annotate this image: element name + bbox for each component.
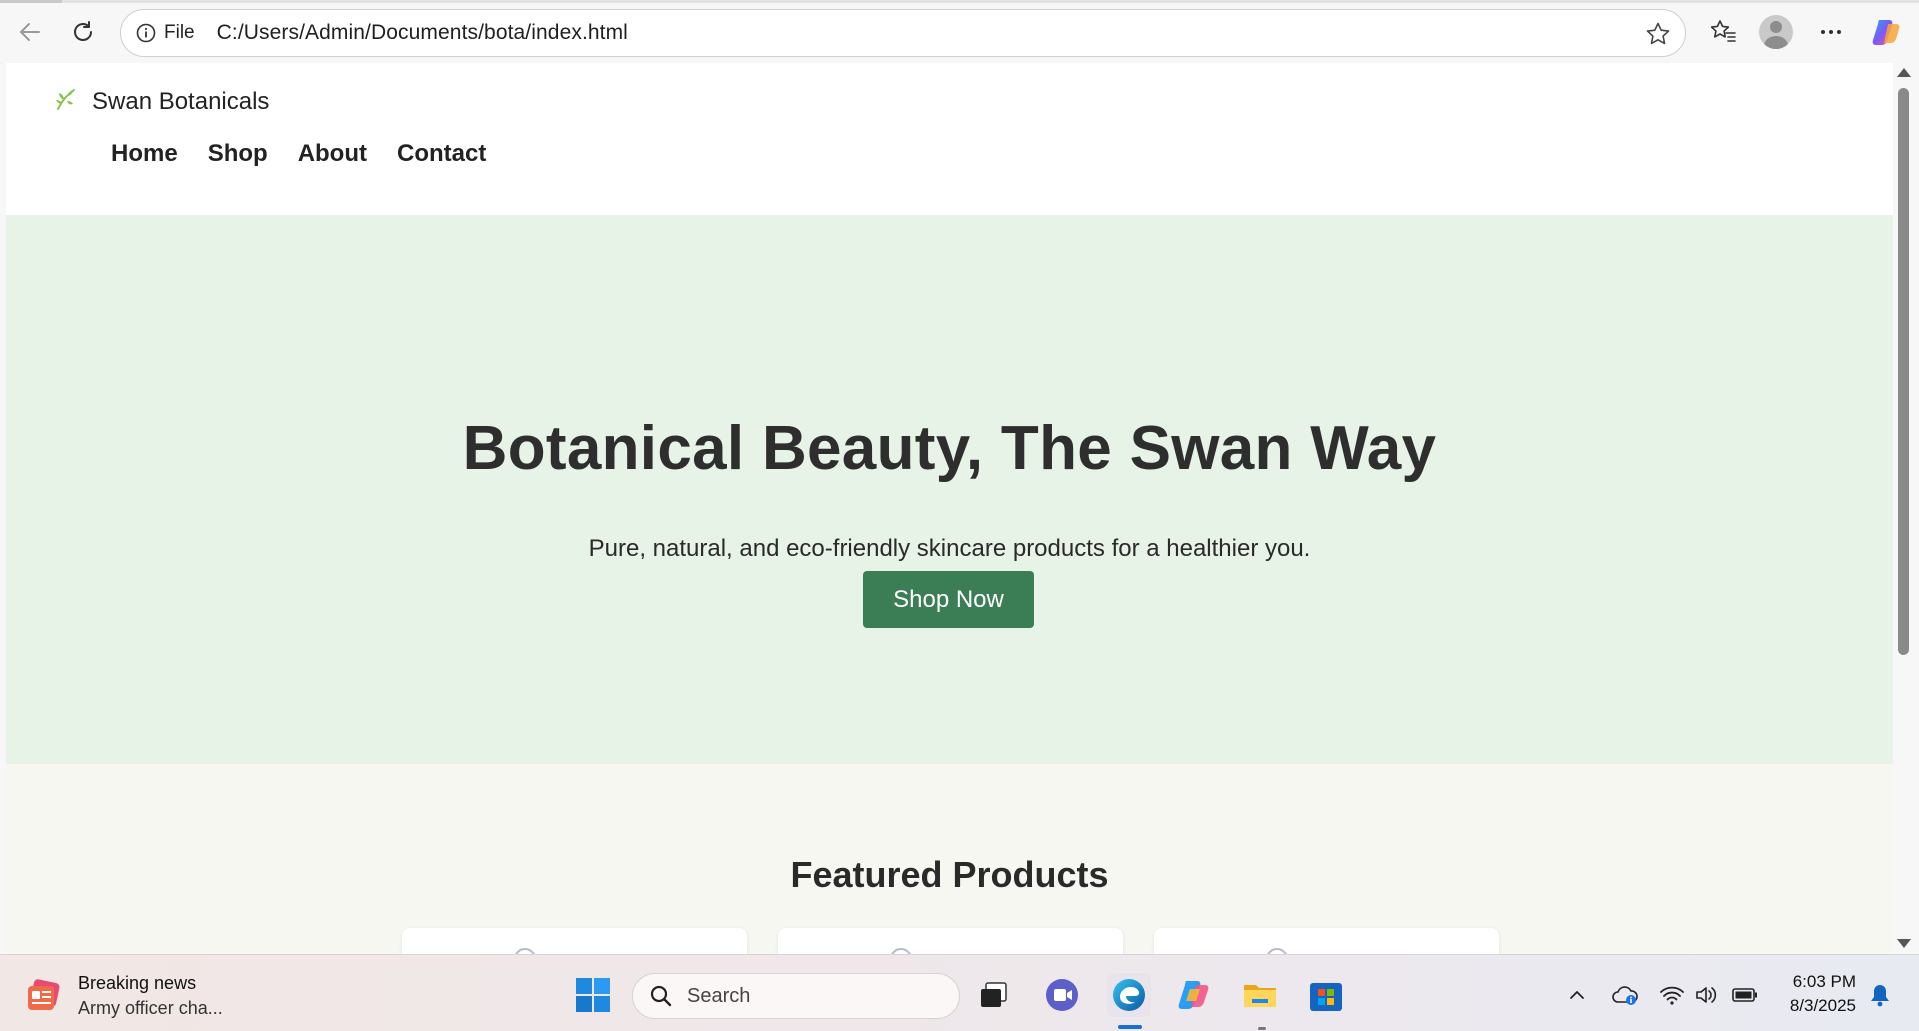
product-card[interactable] xyxy=(1154,928,1499,954)
tab-strip-edge xyxy=(0,0,1919,3)
running-app-indicator xyxy=(1258,1027,1266,1030)
nav-link-about[interactable]: About xyxy=(298,140,367,168)
cloud-icon xyxy=(1612,986,1638,1005)
shop-now-button[interactable]: Shop Now xyxy=(863,571,1034,628)
hero-subtitle: Pure, natural, and eco-friendly skincare… xyxy=(588,535,1311,562)
site-nav: Home Shop About Contact xyxy=(111,140,516,168)
active-app-indicator xyxy=(1118,1025,1142,1029)
more-menu-button[interactable] xyxy=(1811,14,1851,50)
favorites-button[interactable] xyxy=(1703,14,1743,50)
teams-meet-button[interactable] xyxy=(1040,973,1084,1017)
site-header: Swan Botanicals Home Shop About Contact xyxy=(6,63,1893,215)
clock-date: 8/3/2025 xyxy=(1789,996,1856,1015)
address-url-text[interactable]: C:/Users/Admin/Documents/bota/index.html xyxy=(217,21,628,45)
back-arrow-icon xyxy=(20,23,40,41)
notifications-button[interactable] xyxy=(1865,973,1895,1017)
scrollbar-thumb[interactable] xyxy=(1898,88,1909,655)
windows-taskbar: Breaking news Army officer cha... Search xyxy=(0,954,1919,1031)
scroll-up-arrow-icon[interactable] xyxy=(1897,68,1911,77)
chevron-up-icon xyxy=(1570,991,1584,999)
taskbar-search[interactable]: Search xyxy=(632,973,960,1019)
profile-button[interactable] xyxy=(1756,14,1796,50)
refresh-button[interactable] xyxy=(65,14,101,50)
show-hidden-icons-button[interactable] xyxy=(1565,973,1589,1017)
featured-products-section: Featured Products xyxy=(6,764,1893,954)
search-label: Search xyxy=(687,984,751,1007)
windows-logo-icon xyxy=(576,978,610,1012)
onedrive-button[interactable] xyxy=(1610,973,1640,1017)
scroll-down-arrow-icon[interactable] xyxy=(1897,939,1911,948)
wifi-icon xyxy=(1660,986,1684,1005)
back-button[interactable] xyxy=(12,14,48,50)
hero-section: Botanical Beauty, The Swan Way Pure, nat… xyxy=(6,215,1893,764)
folder-icon xyxy=(1244,985,1276,1007)
copilot-taskbar-button[interactable] xyxy=(1172,973,1216,1017)
start-button[interactable] xyxy=(571,973,615,1017)
search-icon xyxy=(650,985,672,1007)
task-view-button[interactable] xyxy=(972,973,1016,1017)
meet-icon xyxy=(1046,979,1078,1011)
volume-button[interactable] xyxy=(1692,973,1720,1017)
speaker-icon xyxy=(1696,987,1717,1003)
edge-browser-button[interactable] xyxy=(1107,973,1151,1017)
hero-title: Botanical Beauty, The Swan Way xyxy=(462,414,1437,483)
news-widget[interactable]: Breaking news Army officer cha... xyxy=(24,973,223,1019)
brand-name: Swan Botanicals xyxy=(92,88,270,115)
wifi-button[interactable] xyxy=(1657,973,1687,1017)
profile-avatar xyxy=(1759,15,1793,49)
brand[interactable]: Swan Botanicals xyxy=(54,87,269,117)
battery-icon xyxy=(1732,988,1757,1002)
news-icon xyxy=(24,976,64,1016)
leaf-logo-icon xyxy=(54,87,80,117)
featured-products-title: Featured Products xyxy=(790,854,1109,895)
store-icon xyxy=(1310,983,1342,1011)
favorites-list-icon xyxy=(1710,20,1736,42)
bell-icon xyxy=(1871,985,1889,1007)
clock-time: 6:03 PM xyxy=(1792,972,1856,991)
task-view-icon xyxy=(981,982,1007,1007)
system-clock[interactable]: 6:03 PM 8/3/2025 xyxy=(1770,970,1856,1018)
news-snippet: Army officer cha... xyxy=(78,998,223,1018)
copilot-app-icon xyxy=(1178,981,1209,1009)
address-scheme-label: File xyxy=(164,22,195,43)
browser-toolbar: File C:/Users/Admin/Documents/bota/index… xyxy=(0,0,1919,63)
news-title: Breaking news xyxy=(78,973,197,993)
site-info-icon[interactable] xyxy=(135,22,157,44)
copilot-icon xyxy=(1872,20,1900,45)
product-card[interactable] xyxy=(778,928,1123,954)
copilot-button[interactable] xyxy=(1866,14,1906,50)
page-viewport: Swan Botanicals Home Shop About Contact … xyxy=(6,63,1893,954)
edge-icon xyxy=(1113,979,1145,1011)
favorite-star-icon[interactable] xyxy=(1645,21,1671,52)
nav-link-home[interactable]: Home xyxy=(111,140,178,168)
file-explorer-button[interactable] xyxy=(1238,973,1282,1017)
address-bar[interactable]: File C:/Users/Admin/Documents/bota/index… xyxy=(120,9,1686,57)
page-scrollbar[interactable] xyxy=(1893,63,1913,954)
nav-link-shop[interactable]: Shop xyxy=(208,140,268,168)
refresh-icon xyxy=(74,21,92,41)
more-dots-icon xyxy=(1821,30,1841,34)
store-button[interactable] xyxy=(1304,973,1348,1017)
product-card[interactable] xyxy=(402,928,747,954)
nav-link-contact[interactable]: Contact xyxy=(397,140,486,168)
battery-button[interactable] xyxy=(1730,973,1760,1017)
